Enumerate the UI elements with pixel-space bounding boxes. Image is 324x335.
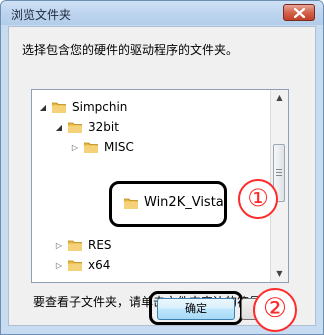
tree-item-win2k-vista[interactable]: Win2K_Vista bbox=[123, 195, 224, 210]
scroll-up-arrow-icon[interactable]: ▲ bbox=[271, 90, 288, 106]
folder-icon bbox=[83, 141, 99, 154]
tree-item-label: Win2K_Vista bbox=[144, 195, 224, 210]
dialog-title: 浏览文件夹 bbox=[11, 8, 72, 22]
close-button[interactable] bbox=[283, 4, 315, 21]
callout-win2k-vista[interactable]: Win2K_Vista bbox=[109, 181, 227, 227]
folder-icon bbox=[67, 121, 83, 134]
collapse-arrow-icon[interactable]: ▷ bbox=[70, 143, 80, 152]
scroll-down-arrow-icon[interactable]: ▼ bbox=[271, 266, 288, 282]
close-icon bbox=[294, 8, 305, 18]
tree-item-label: 32bit bbox=[88, 120, 119, 134]
tree-item-label: RES bbox=[88, 238, 112, 252]
folder-icon bbox=[67, 259, 83, 272]
expand-arrow-icon[interactable]: ◢ bbox=[38, 103, 48, 112]
tree-item-simpchin[interactable]: ◢ Simpchin bbox=[38, 97, 127, 117]
tree-item-label: x64 bbox=[88, 258, 111, 272]
grip-icon bbox=[276, 169, 282, 178]
tree-item-label: MISC bbox=[104, 140, 134, 154]
folder-icon bbox=[67, 239, 83, 252]
tree-item-x64[interactable]: ▷ x64 bbox=[54, 255, 110, 275]
browse-folder-dialog: 浏览文件夹 选择包含您的硬件的驱动程序的文件夹。 ◢ Simpchin ◢ 32… bbox=[0, 0, 324, 335]
tree-item-label: Simpchin bbox=[72, 100, 128, 114]
tree-item-res[interactable]: ▷ RES bbox=[54, 235, 112, 255]
folder-icon bbox=[123, 197, 139, 209]
title-bar[interactable]: 浏览文件夹 bbox=[1, 1, 323, 25]
ok-button[interactable]: 确定 bbox=[157, 298, 235, 320]
collapse-arrow-icon[interactable]: ▷ bbox=[54, 241, 64, 250]
instruction-text: 选择包含您的硬件的驱动程序的文件夹。 bbox=[22, 43, 239, 57]
tree-item-32bit[interactable]: ◢ 32bit bbox=[54, 117, 119, 137]
callout-number-two: ② bbox=[253, 288, 297, 332]
callout-number-one: ① bbox=[238, 179, 278, 219]
folder-icon bbox=[51, 101, 67, 114]
dialog-body: 选择包含您的硬件的驱动程序的文件夹。 ◢ Simpchin ◢ 32bit ▷ bbox=[8, 26, 316, 326]
tree-item-misc[interactable]: ▷ MISC bbox=[70, 137, 134, 157]
expand-arrow-icon[interactable]: ◢ bbox=[54, 123, 64, 132]
collapse-arrow-icon[interactable]: ▷ bbox=[54, 261, 64, 270]
